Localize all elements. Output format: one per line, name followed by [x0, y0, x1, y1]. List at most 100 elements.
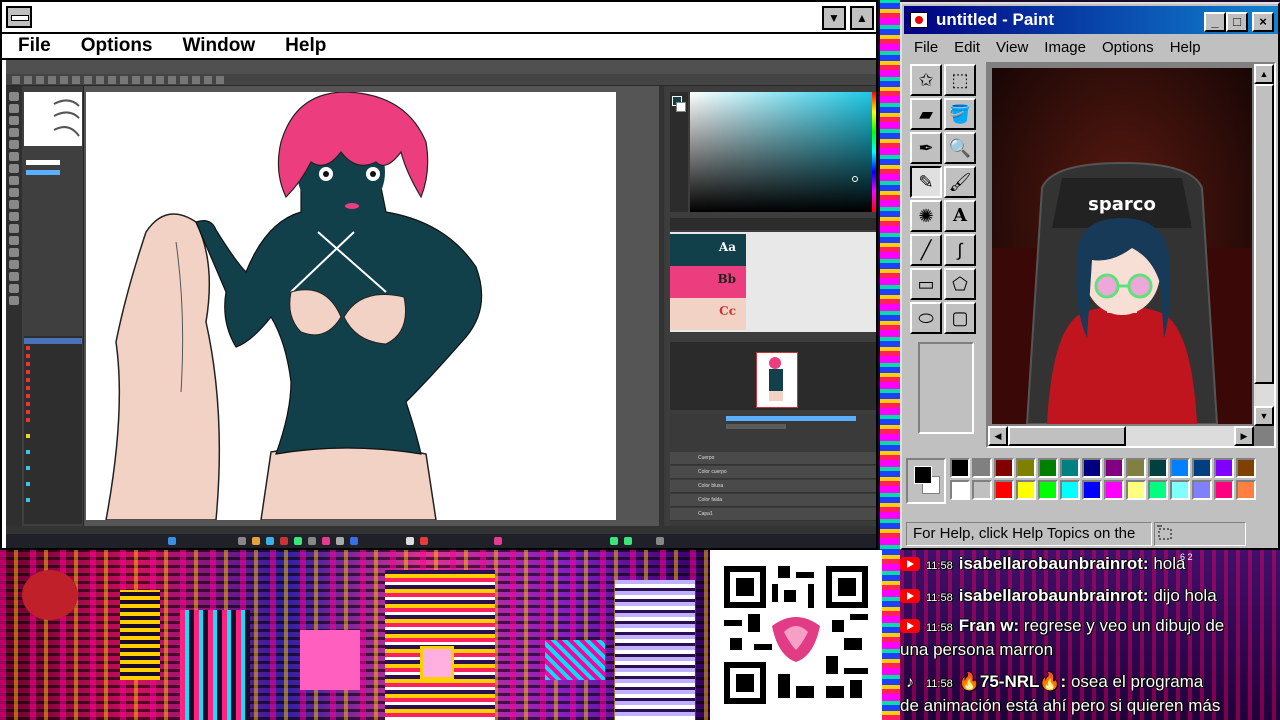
brush-subtool-panel[interactable]	[22, 86, 84, 526]
palette-swatch[interactable]	[950, 480, 970, 500]
navigator-thumbnail[interactable]	[756, 352, 798, 408]
menu-help[interactable]: Help	[1170, 36, 1201, 60]
airbrush-icon[interactable]: ✺	[910, 200, 942, 232]
scroll-thumb[interactable]	[1254, 84, 1274, 384]
ellipse-icon[interactable]: ⬭	[910, 302, 942, 334]
free-select-icon[interactable]: ✩	[910, 64, 942, 96]
close-button[interactable]: ×	[1252, 12, 1274, 32]
menu-file[interactable]: File	[914, 36, 938, 60]
menu-file[interactable]: File	[18, 34, 51, 58]
clip-studio-app: Aa Bb Cc Cuerpo Color cuerpo Color blusa…	[6, 60, 876, 548]
palette-swatch[interactable]	[972, 480, 992, 500]
palette-toolbar[interactable]	[670, 218, 876, 230]
menu-help[interactable]: Help	[285, 34, 326, 58]
menu-image[interactable]: Image	[1044, 36, 1086, 60]
palette-swatch[interactable]	[1236, 480, 1256, 500]
palette-swatch[interactable]	[950, 458, 970, 478]
system-menu-button[interactable]	[6, 6, 32, 28]
palette-swatch[interactable]	[1104, 480, 1124, 500]
maximize-button[interactable]: ▲	[850, 6, 874, 30]
pencil-icon[interactable]: ✎	[910, 166, 942, 198]
chat-message: 11:58 isabellarobaunbrainrot: hola	[900, 552, 1280, 578]
palette-swatch[interactable]	[1104, 458, 1124, 478]
polygon-icon[interactable]: ⬠	[944, 268, 976, 300]
color-picker-icon[interactable]: ✒	[910, 132, 942, 164]
minimize-button[interactable]: _	[1204, 12, 1226, 32]
eraser-icon[interactable]: ▰	[910, 98, 942, 130]
text-icon[interactable]: A	[944, 200, 976, 232]
csp-menubar[interactable]	[6, 60, 876, 74]
line-icon[interactable]: ╱	[910, 234, 942, 266]
menu-options[interactable]: Options	[81, 34, 153, 58]
menu-window[interactable]: Window	[183, 34, 256, 58]
qr-code[interactable]	[710, 550, 882, 720]
scroll-thumb[interactable]	[1008, 426, 1126, 446]
palette-swatch[interactable]	[1082, 458, 1102, 478]
palette-swatch[interactable]	[1126, 458, 1146, 478]
scroll-left-icon[interactable]: ◀	[988, 426, 1008, 446]
layer-row[interactable]: Cuerpo	[670, 452, 876, 465]
palette-card-a[interactable]: Aa	[670, 234, 746, 266]
paint-title: untitled - Paint	[936, 10, 1055, 29]
tool-options-box[interactable]	[918, 342, 974, 434]
brush-icon[interactable]: 🖌	[944, 166, 976, 198]
blend-mode-select[interactable]	[726, 424, 786, 429]
palette-swatch[interactable]	[1170, 458, 1190, 478]
palette-swatch[interactable]	[1148, 458, 1168, 478]
palette-swatch[interactable]	[1060, 458, 1080, 478]
color-wheel-picker[interactable]	[690, 92, 874, 212]
horizontal-scrollbar[interactable]: ◀ ▶	[988, 426, 1254, 446]
scroll-down-icon[interactable]: ▼	[1254, 406, 1274, 426]
palette-swatch[interactable]	[1016, 480, 1036, 500]
canvas-scrollbar[interactable]	[659, 86, 664, 526]
vertical-scrollbar[interactable]: ▲ ▼	[1254, 64, 1274, 426]
palette-swatch[interactable]	[1038, 480, 1058, 500]
palette-swatch[interactable]	[1192, 458, 1212, 478]
chat-time: 11:58	[926, 592, 953, 604]
curve-icon[interactable]: ∫	[944, 234, 976, 266]
palette-swatch[interactable]	[1082, 480, 1102, 500]
layer-row[interactable]: Color cuerpo	[670, 466, 876, 479]
palette-swatch[interactable]	[1126, 480, 1146, 500]
palette-swatch[interactable]	[1060, 480, 1080, 500]
palette-swatch[interactable]	[1170, 480, 1190, 500]
scroll-right-icon[interactable]: ▶	[1234, 426, 1254, 446]
menu-edit[interactable]: Edit	[954, 36, 980, 60]
palette-swatch[interactable]	[1038, 458, 1058, 478]
layer-row[interactable]: Capa1	[670, 508, 876, 521]
palette-card-b[interactable]: Bb	[670, 266, 746, 298]
maximize-button[interactable]: □	[1226, 12, 1248, 32]
palette-swatch[interactable]	[1148, 480, 1168, 500]
palette-swatch[interactable]	[1214, 458, 1234, 478]
brush-size-slider[interactable]	[26, 160, 60, 165]
csp-toolbar[interactable]	[6, 74, 876, 86]
layer-row[interactable]: Color blusa	[670, 480, 876, 493]
palette-swatch[interactable]	[1214, 480, 1234, 500]
vtuber-avatar-image: sparco	[992, 68, 1252, 424]
minimize-button[interactable]: ▼	[822, 6, 846, 30]
palette-swatch[interactable]	[1016, 458, 1036, 478]
palette-swatch[interactable]	[1236, 458, 1256, 478]
current-colors[interactable]	[906, 458, 946, 504]
scroll-up-icon[interactable]: ▲	[1254, 64, 1274, 84]
layer-row[interactable]: Color falda	[670, 494, 876, 507]
menu-view[interactable]: View	[996, 36, 1028, 60]
color-indicator[interactable]	[670, 92, 688, 212]
brush-list[interactable]	[24, 336, 82, 524]
drawing-canvas[interactable]	[86, 92, 616, 520]
magnifier-icon[interactable]: 🔍	[944, 132, 976, 164]
fill-bucket-icon[interactable]: 🪣	[944, 98, 976, 130]
opacity-slider[interactable]	[26, 170, 60, 175]
csp-tool-strip[interactable]	[6, 86, 22, 526]
select-icon[interactable]: ⬚	[944, 64, 976, 96]
palette-swatch[interactable]	[994, 480, 1014, 500]
palette-swatch[interactable]	[1192, 480, 1212, 500]
hue-slider[interactable]	[872, 92, 876, 212]
palette-card-c[interactable]: Cc	[670, 298, 746, 330]
palette-swatch[interactable]	[972, 458, 992, 478]
rectangle-icon[interactable]: ▭	[910, 268, 942, 300]
palette-swatch[interactable]	[994, 458, 1014, 478]
menu-options[interactable]: Options	[1102, 36, 1154, 60]
layer-opacity-slider[interactable]	[726, 416, 856, 421]
rounded-rectangle-icon[interactable]: ▢	[944, 302, 976, 334]
